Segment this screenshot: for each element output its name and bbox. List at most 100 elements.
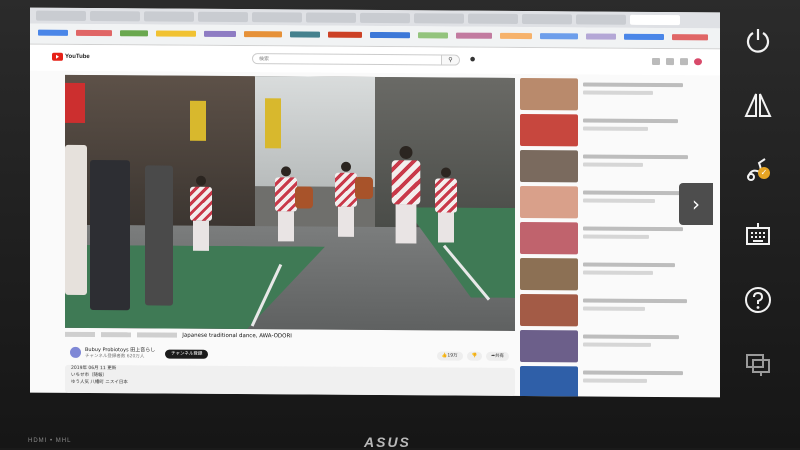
recommendation-item[interactable] bbox=[520, 366, 715, 398]
notifications-icon[interactable] bbox=[680, 58, 688, 66]
recommendation-thumbnail[interactable] bbox=[520, 294, 578, 327]
browser-tab-active[interactable] bbox=[630, 14, 680, 26]
recommendation-item[interactable] bbox=[520, 330, 715, 365]
youtube-logo-text: YouTube bbox=[65, 53, 90, 61]
dislike-button[interactable]: 👎 bbox=[466, 351, 483, 361]
browser-tab[interactable] bbox=[144, 11, 194, 22]
browser-tab[interactable] bbox=[468, 13, 518, 24]
youtube-logo[interactable]: YouTube bbox=[52, 52, 90, 61]
recommendation-title bbox=[583, 118, 678, 124]
recommendation-thumbnail[interactable] bbox=[520, 366, 578, 398]
recommendation-item[interactable] bbox=[520, 150, 715, 185]
recommendation-meta bbox=[583, 270, 653, 275]
recommendation-item[interactable] bbox=[520, 78, 715, 113]
browser-tab[interactable] bbox=[198, 11, 248, 23]
browser-tab[interactable] bbox=[90, 11, 140, 22]
video-actions: 👍19万 👎 ➦共有 bbox=[436, 351, 509, 361]
question-icon[interactable] bbox=[734, 285, 782, 321]
bookmark[interactable] bbox=[456, 32, 492, 39]
triangle-split-icon[interactable] bbox=[734, 90, 782, 126]
recommendation-item[interactable] bbox=[520, 114, 715, 149]
browser-tab[interactable] bbox=[414, 13, 464, 24]
recommendation-title bbox=[583, 226, 683, 232]
like-button[interactable]: 👍19万 bbox=[436, 351, 463, 361]
hashtag[interactable] bbox=[100, 332, 131, 338]
recommendation-thumbnail[interactable] bbox=[520, 258, 578, 291]
recommendation-thumbnail[interactable] bbox=[520, 330, 578, 363]
browser-tab[interactable] bbox=[252, 12, 302, 23]
recommendation-title bbox=[583, 298, 687, 304]
youtube-header: YouTube 検索 ⚲ ● bbox=[30, 44, 720, 76]
video-frame-dancer bbox=[335, 161, 357, 237]
bookmark[interactable] bbox=[38, 29, 68, 36]
hashtag[interactable] bbox=[136, 332, 177, 338]
bookmark[interactable] bbox=[156, 30, 196, 37]
like-count: 19万 bbox=[447, 353, 458, 359]
bookmark[interactable] bbox=[500, 32, 532, 40]
video-title-text: Japanese traditional dance, AWA-ODORI bbox=[182, 332, 292, 340]
video-frame-sign bbox=[190, 100, 206, 141]
bookmark[interactable] bbox=[540, 33, 578, 40]
recommendation-title bbox=[583, 190, 681, 196]
share-button[interactable]: ➦共有 bbox=[486, 351, 509, 361]
recommendation-meta bbox=[583, 306, 645, 311]
video-frame-dancer bbox=[275, 166, 297, 242]
recommendation-title bbox=[583, 154, 688, 160]
video-description[interactable]: 2019年 06月 11 更新 いちせ市（随報） ゆう人気 八幡町 ニスイ日本 bbox=[65, 364, 515, 396]
recommendation-thumbnail[interactable] bbox=[520, 150, 578, 183]
mic-icon[interactable]: ● bbox=[470, 56, 475, 63]
bookmark[interactable] bbox=[418, 32, 448, 39]
recommendation-thumbnail[interactable] bbox=[520, 222, 578, 255]
pen-check-icon[interactable]: ✓ bbox=[734, 155, 782, 191]
channel-row: Bubuy Probiotoys 田上音らし チャンネル登録者数 620万人 チ… bbox=[65, 345, 515, 364]
hashtag[interactable] bbox=[65, 331, 95, 338]
bookmark[interactable] bbox=[586, 33, 616, 40]
browser-tab[interactable] bbox=[36, 10, 86, 21]
recommendation-item[interactable] bbox=[520, 294, 715, 329]
bookmark[interactable] bbox=[328, 31, 362, 38]
bookmark[interactable] bbox=[290, 31, 320, 38]
create-icon[interactable] bbox=[652, 57, 660, 65]
recommendation-thumbnail[interactable] bbox=[520, 114, 578, 147]
bookmark[interactable] bbox=[204, 30, 236, 38]
video-frame-drum bbox=[295, 186, 313, 209]
recommendation-meta bbox=[583, 162, 643, 167]
browser-tab[interactable] bbox=[576, 14, 626, 25]
browser-tab[interactable] bbox=[522, 14, 572, 25]
bookmark[interactable] bbox=[370, 31, 410, 39]
thumbs-down-icon: 👎 bbox=[471, 353, 478, 359]
recommendation-thumbnail[interactable] bbox=[520, 78, 578, 111]
bookmark[interactable] bbox=[624, 33, 664, 41]
channel-avatar[interactable] bbox=[70, 346, 81, 358]
recommendation-meta bbox=[583, 342, 651, 347]
power-icon[interactable] bbox=[734, 25, 782, 61]
share-label: 共有 bbox=[495, 353, 504, 359]
recommendation-title bbox=[583, 334, 679, 340]
subscribe-button[interactable]: チャンネル登録 bbox=[165, 349, 209, 359]
search-input[interactable]: 検索 bbox=[252, 53, 442, 66]
video-frame-spectator bbox=[145, 165, 173, 306]
video-frame-red-banner bbox=[65, 82, 85, 123]
bookmark[interactable] bbox=[120, 30, 148, 37]
search-icon[interactable]: ⚲ bbox=[442, 54, 460, 66]
bookmark[interactable] bbox=[76, 29, 112, 37]
check-badge-icon: ✓ bbox=[758, 167, 770, 179]
browser-tab[interactable] bbox=[360, 12, 410, 24]
recommendation-thumbnail[interactable] bbox=[520, 186, 578, 219]
side-control-panel: ✓ bbox=[718, 0, 800, 400]
monitor-icon[interactable] bbox=[734, 350, 782, 386]
apps-icon[interactable] bbox=[666, 58, 674, 66]
recommendation-item[interactable] bbox=[520, 222, 715, 257]
recommendations-list bbox=[520, 78, 715, 398]
video-player[interactable] bbox=[65, 74, 515, 331]
browser-tab[interactable] bbox=[306, 12, 356, 23]
bookmark[interactable] bbox=[244, 31, 282, 38]
keyboard-icon[interactable] bbox=[734, 220, 782, 256]
video-frame-dancer bbox=[190, 175, 212, 251]
recommendation-item[interactable] bbox=[520, 258, 715, 293]
panel-collapse-handle[interactable]: › bbox=[679, 183, 713, 225]
bookmark[interactable] bbox=[672, 34, 708, 41]
screen: YouTube 検索 ⚲ ● Japanese traditional danc… bbox=[30, 7, 720, 398]
avatar[interactable] bbox=[694, 58, 702, 66]
video-frame-drum bbox=[355, 176, 373, 199]
